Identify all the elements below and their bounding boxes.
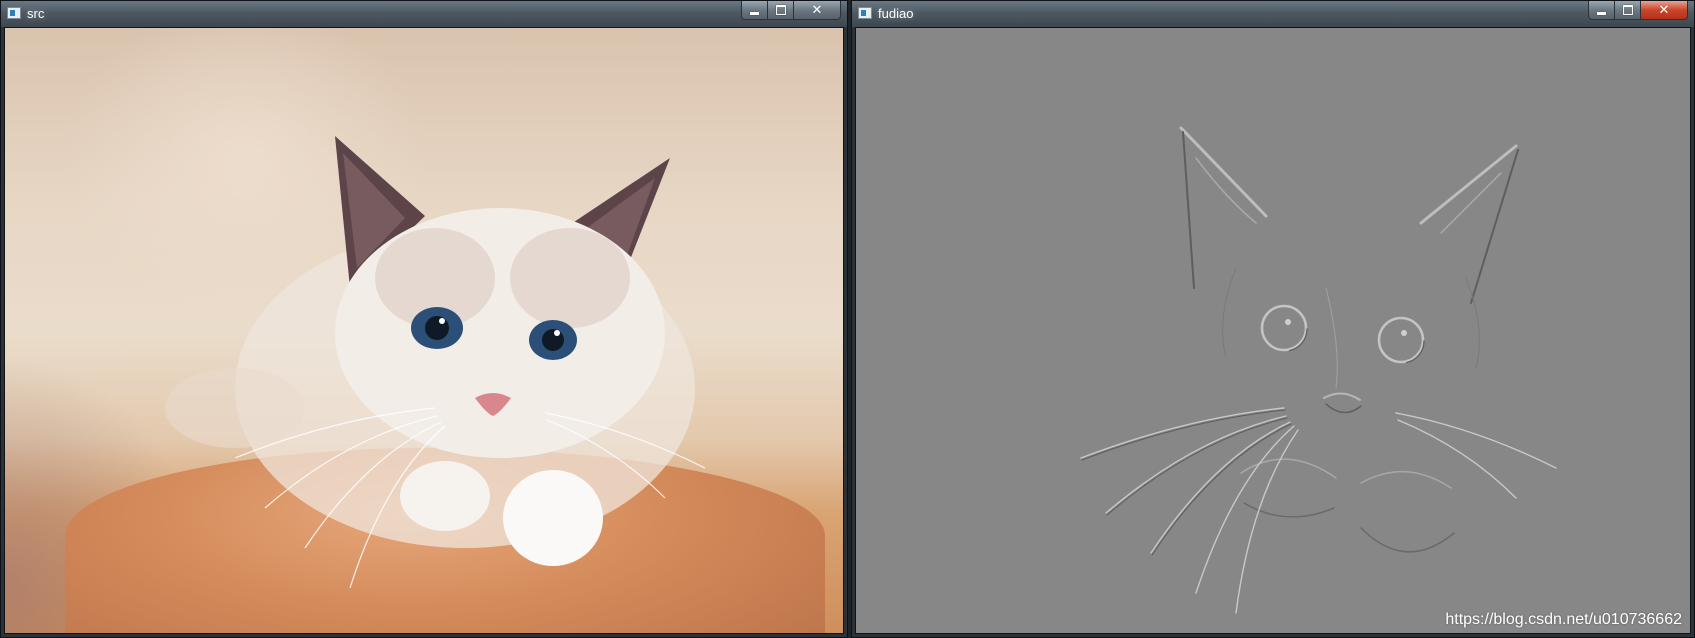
close-button[interactable]: ✕: [1641, 1, 1688, 20]
kitten-photo: [5, 28, 843, 633]
watermark-text: https://blog.csdn.net/u010736662: [1445, 611, 1682, 628]
caption-buttons: ✕: [1588, 1, 1688, 21]
window-title: fudiao: [878, 6, 914, 21]
maximize-button[interactable]: [768, 1, 794, 20]
caption-buttons: ✕: [741, 1, 841, 21]
src-window: src ✕: [0, 0, 848, 638]
close-button[interactable]: ✕: [794, 1, 841, 20]
image-canvas: [4, 27, 844, 634]
close-icon: ✕: [811, 2, 823, 17]
embossed-kitten: https://blog.csdn.net/u010736662: [856, 28, 1690, 633]
emboss-drawing: [1080, 126, 1557, 614]
minimize-icon: [1597, 11, 1606, 15]
kitten-drawing: [165, 136, 706, 589]
image-canvas: https://blog.csdn.net/u010736662: [855, 27, 1691, 634]
app-icon: [858, 7, 872, 19]
maximize-icon: [775, 5, 786, 15]
title-bar[interactable]: fudiao ✕: [852, 1, 1694, 27]
maximize-icon: [1622, 5, 1633, 15]
minimize-button[interactable]: [1588, 1, 1615, 20]
minimize-button[interactable]: [741, 1, 768, 20]
fudiao-window: fudiao ✕ https://blog.csdn.net/u01073666…: [851, 0, 1695, 638]
app-icon: [7, 7, 21, 19]
minimize-icon: [750, 11, 759, 15]
maximize-button[interactable]: [1615, 1, 1641, 20]
title-bar[interactable]: src ✕: [1, 1, 847, 27]
window-title: src: [27, 6, 45, 21]
close-icon: ✕: [1658, 2, 1670, 17]
